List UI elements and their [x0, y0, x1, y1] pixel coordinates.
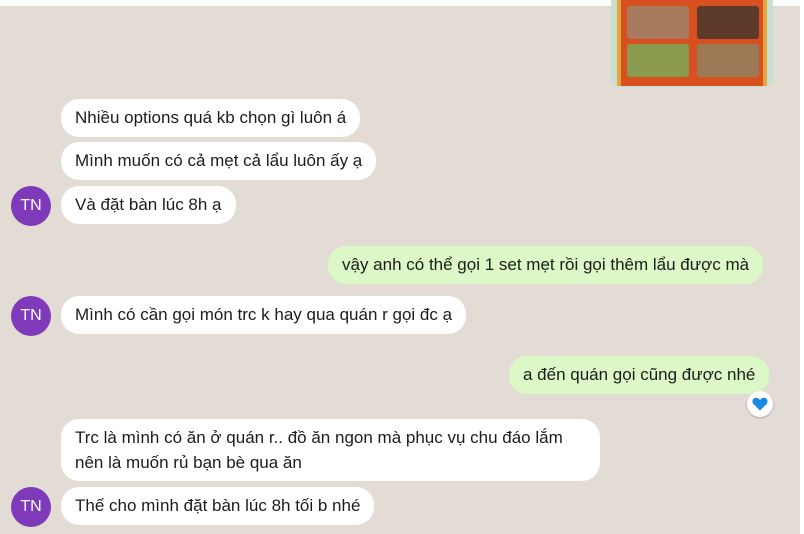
- avatar[interactable]: TN: [11, 186, 51, 226]
- message-bubble[interactable]: Mình muốn có cả mẹt cả lẩu luôn ấy ạ: [61, 142, 377, 180]
- menu-border: [617, 0, 767, 86]
- message-bubble[interactable]: Và đặt bàn lúc 8h ạ: [61, 186, 236, 224]
- avatar[interactable]: TN: [11, 296, 51, 336]
- heart-icon: [752, 397, 768, 411]
- message-bubble[interactable]: Mình có cần gọi món trc k hay qua quán r…: [61, 296, 467, 334]
- message-bubble[interactable]: a đến quán gọi cũng được nhé: [509, 356, 770, 394]
- scroll-edge: [800, 0, 804, 534]
- reaction-badge[interactable]: [747, 391, 773, 417]
- shared-food-image[interactable]: [611, 0, 773, 87]
- message-bubble[interactable]: Nhiều options quá kb chọn gì luôn á: [61, 99, 361, 137]
- message-bubble[interactable]: Thế cho mình đặt bàn lúc 8h tối b nhé: [61, 487, 375, 525]
- chat-thread: Nhiều options quá kb chọn gì luôn á Mình…: [0, 0, 804, 534]
- message-bubble[interactable]: vậy anh có thể gọi 1 set mẹt rồi gọi thê…: [328, 246, 764, 284]
- message-bubble[interactable]: Trc là mình có ăn ở quán r.. đồ ăn ngon …: [61, 419, 600, 481]
- food-menu-image: [617, 0, 767, 86]
- avatar[interactable]: TN: [11, 487, 51, 527]
